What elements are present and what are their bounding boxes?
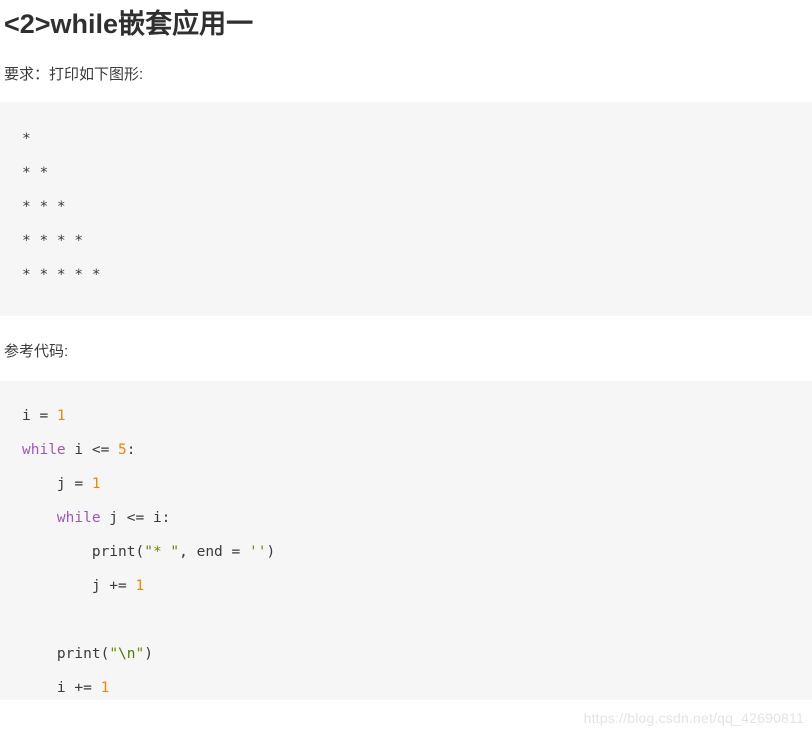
code-line: i = 1: [0, 399, 812, 433]
code-token-str: "* ": [144, 544, 180, 560]
code-line: while j <= i:: [0, 501, 812, 535]
code-line: print("* ", end = ''): [0, 535, 812, 569]
code-line: i += 1: [0, 671, 812, 700]
requirement-label: 要求：打印如下图形:: [4, 66, 144, 83]
output-line: * * * *: [22, 233, 84, 249]
code-token-plain: j +=: [22, 578, 136, 594]
code-token-num: 1: [91, 476, 101, 492]
code-token-plain: j =: [22, 476, 92, 492]
code-token-plain: print(: [22, 646, 110, 662]
code-token-num: 1: [135, 578, 145, 594]
article-page: <2>while嵌套应用一 要求：打印如下图形: * * * * * * * * * …: [0, 0, 812, 732]
page-title: <2>while嵌套应用一: [4, 9, 254, 39]
watermark: https://blog.csdn.net/qq_42690811: [583, 710, 804, 726]
reference-code-label: 参考代码:: [4, 343, 69, 360]
output-line: * * *: [22, 199, 66, 215]
output-pattern-block: * * * * * * * * * * * * * * *: [0, 102, 812, 316]
code-token-plain: print(: [22, 544, 145, 560]
code-token-kw: while: [56, 510, 101, 526]
code-token-esc: \n: [118, 646, 136, 662]
code-token-plain: ): [144, 646, 153, 662]
code-line: j = 1: [0, 467, 812, 501]
source-code-block: i = 1 while i <= 5: j = 1 while j <= i: p…: [0, 381, 812, 700]
code-token-str: ": [109, 646, 119, 662]
output-line: * *: [22, 165, 49, 181]
code-token-plain: , end =: [179, 544, 249, 560]
code-token-plain: j <= i:: [100, 510, 171, 526]
output-line: * * * * *: [22, 267, 101, 283]
code-token-kw: while: [22, 442, 66, 458]
code-token-str: ": [135, 646, 145, 662]
code-line: print("\n"): [0, 637, 812, 671]
code-token-num: 1: [100, 680, 110, 696]
code-token-plain: i <=: [65, 442, 119, 458]
code-token-plain: i =: [22, 408, 57, 424]
code-token-num: 5: [118, 442, 127, 458]
code-line: while i <= 5:: [0, 433, 812, 467]
code-line: j += 1: [0, 569, 812, 603]
code-token-num: 1: [56, 408, 66, 424]
code-token-str: '': [248, 544, 267, 560]
code-token-plain: :: [126, 442, 136, 458]
code-token-plain: ): [266, 544, 276, 560]
output-line: *: [22, 131, 31, 147]
code-token-plain: i +=: [22, 680, 101, 696]
